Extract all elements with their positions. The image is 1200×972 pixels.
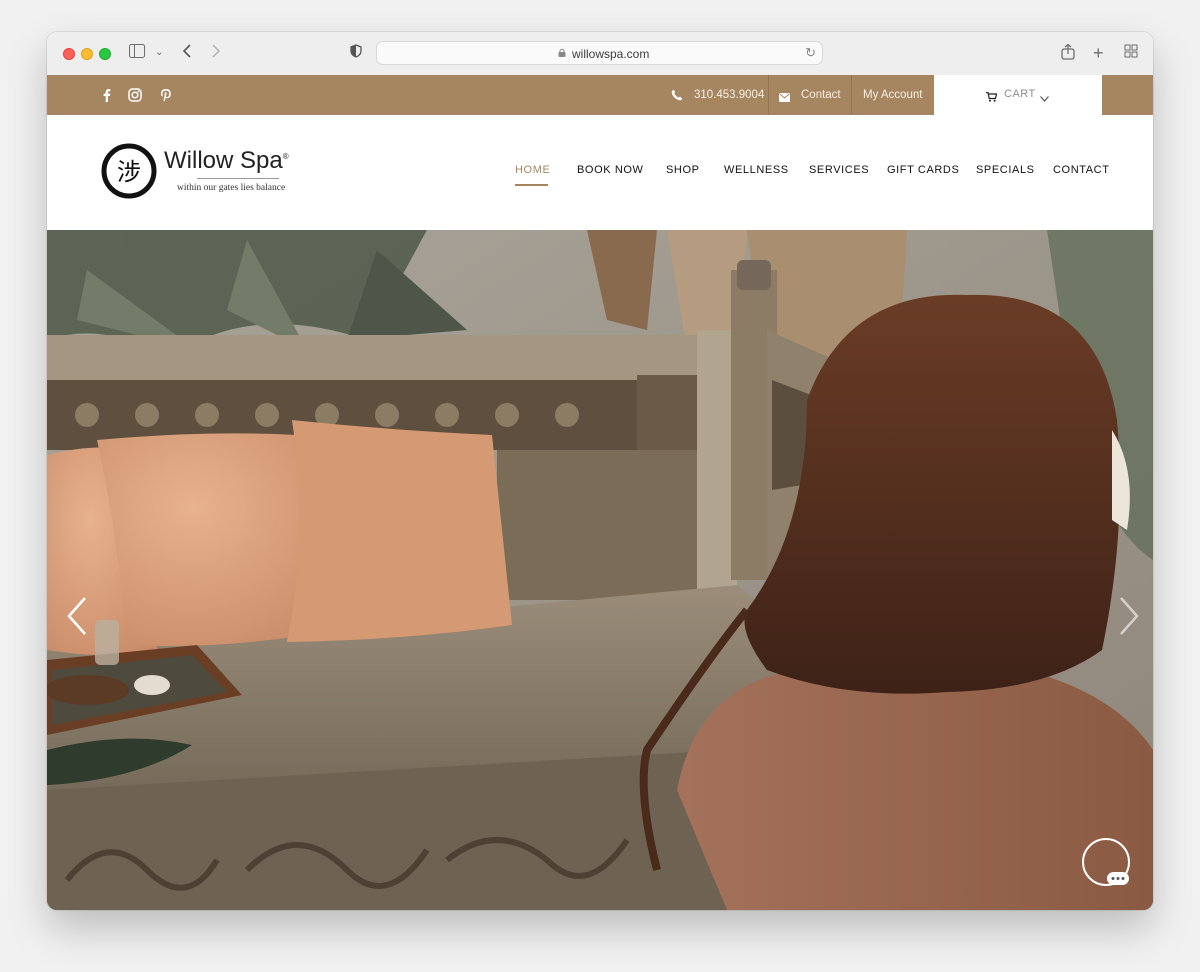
logo-glyph: 涉 <box>117 158 141 186</box>
minimize-window-button[interactable] <box>81 48 93 60</box>
zoom-window-button[interactable] <box>99 48 111 60</box>
reload-icon[interactable]: ↻ <box>805 45 816 61</box>
close-window-button[interactable] <box>63 48 75 60</box>
chevron-down-icon <box>1040 89 1049 107</box>
divider <box>768 75 769 115</box>
address-bar[interactable]: willowspa.com ↻ <box>376 41 823 65</box>
address-url: willowspa.com <box>572 47 650 61</box>
nav-specials[interactable]: SPECIALS <box>976 164 1035 176</box>
nav-wellness[interactable]: WELLNESS <box>724 164 789 176</box>
browser-toolbar: ⌄ willowspa.com ↻ + <box>47 32 1153 76</box>
nav-active-underline <box>515 184 548 186</box>
brand-name[interactable]: Willow Spa® <box>164 147 289 175</box>
hero-slider <box>47 230 1153 910</box>
instagram-icon[interactable] <box>128 88 142 102</box>
envelope-icon <box>779 89 793 103</box>
sidebar-toggle-icon[interactable] <box>129 44 145 63</box>
nav-services[interactable]: SERVICES <box>809 164 869 176</box>
phone-icon <box>671 88 685 102</box>
nav-contact[interactable]: CONTACT <box>1053 164 1110 176</box>
slider-prev-button[interactable] <box>59 590 99 640</box>
cart-icon <box>986 89 998 107</box>
cart-button[interactable]: CART <box>934 75 1102 115</box>
brand-name-text: Willow Spa <box>164 147 283 174</box>
my-account-link[interactable]: My Account <box>863 75 922 115</box>
forward-icon[interactable] <box>211 44 221 63</box>
willow-spa-logo[interactable]: 涉 <box>101 143 157 199</box>
privacy-shield-icon[interactable] <box>350 44 362 63</box>
trademark-symbol: ® <box>282 152 289 161</box>
nav-book-now[interactable]: BOOK NOW <box>577 164 644 176</box>
pinterest-icon[interactable] <box>159 88 173 102</box>
chevron-down-icon[interactable]: ⌄ <box>155 44 163 62</box>
cart-label: CART <box>1004 88 1036 100</box>
tab-overview-icon[interactable] <box>1124 44 1138 63</box>
hero-image <box>47 230 1153 910</box>
back-icon[interactable] <box>182 44 192 63</box>
nav-shop[interactable]: SHOP <box>666 164 700 176</box>
new-tab-icon[interactable]: + <box>1093 44 1104 62</box>
site-header: 涉 Willow Spa® within our gates lies bala… <box>47 115 1153 230</box>
browser-window: ⌄ willowspa.com ↻ + 310.453.9004 Contact… <box>47 32 1153 910</box>
chat-icon[interactable] <box>1107 872 1129 885</box>
share-icon[interactable] <box>1061 43 1075 65</box>
slider-next-button[interactable] <box>1103 590 1143 640</box>
contact-link[interactable]: Contact <box>801 75 841 115</box>
facebook-icon[interactable] <box>100 88 114 102</box>
nav-gift-cards[interactable]: GIFT CARDS <box>887 164 959 176</box>
brand-tagline: within our gates lies balance <box>177 183 286 193</box>
utility-bar: 310.453.9004 Contact My Account CART <box>47 75 1153 115</box>
brand-divider <box>197 178 279 179</box>
divider <box>851 75 852 115</box>
nav-home[interactable]: HOME <box>515 164 550 176</box>
phone-number-link[interactable]: 310.453.9004 <box>694 75 764 115</box>
lock-icon <box>558 48 566 57</box>
